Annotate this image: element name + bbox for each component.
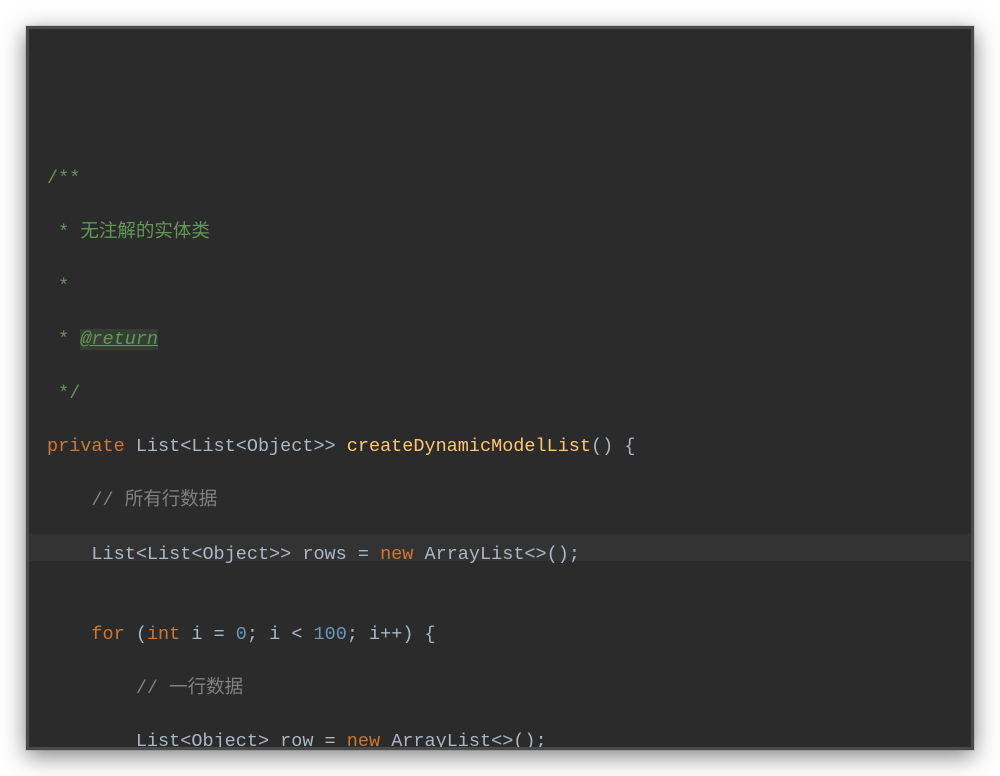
code-editor-view[interactable]: /** * 无注解的实体类 * * @return */ private Lis… (26, 26, 974, 750)
decl: List<Object> row = (136, 731, 347, 750)
keyword: for (91, 624, 135, 645)
javadoc-text: * (47, 222, 80, 243)
code-line: for (int i = 0; i < 100; i++) { (47, 622, 953, 649)
keyword: private (47, 436, 136, 457)
code-line: List<List<Object>> rows = new ArrayList<… (47, 542, 953, 569)
javadoc-text: */ (47, 383, 80, 404)
javadoc-text: /** (47, 168, 80, 189)
ident: i = (191, 624, 235, 645)
code-line: // 一行数据 (47, 676, 953, 703)
code-line: */ (47, 381, 953, 408)
code-line: * (47, 274, 953, 301)
code-content: /** * 无注解的实体类 * * @return */ private Lis… (47, 139, 953, 750)
method-name: createDynamicModelList (347, 436, 591, 457)
ident: ; i < (247, 624, 314, 645)
ident: ; i++) { (347, 624, 436, 645)
code-line: List<Object> row = new ArrayList<>(); (47, 729, 953, 750)
punct: ( (136, 624, 147, 645)
keyword: new (380, 544, 424, 565)
number: 0 (236, 624, 247, 645)
ctor: ArrayList<>(); (425, 544, 580, 565)
line-comment: // 所有行数据 (91, 490, 217, 511)
code-line: private List<List<Object>> createDynamic… (47, 434, 953, 461)
ctor: ArrayList<>(); (391, 731, 546, 750)
javadoc-tag-return: @return (80, 329, 158, 350)
javadoc-text: 无注解的实体类 (80, 222, 210, 243)
code-line: /** (47, 166, 953, 193)
keyword: new (347, 731, 391, 750)
code-line: // 所有行数据 (47, 488, 953, 515)
type: List<List<Object>> (136, 436, 347, 457)
code-line: * 无注解的实体类 (47, 220, 953, 247)
line-comment: // 一行数据 (136, 678, 243, 699)
javadoc-text: * (47, 329, 80, 350)
code-line: * @return (47, 327, 953, 354)
punct: () { (591, 436, 635, 457)
number: 100 (314, 624, 347, 645)
javadoc-text: * (47, 276, 69, 297)
keyword: int (147, 624, 191, 645)
decl: List<List<Object>> rows = (91, 544, 380, 565)
